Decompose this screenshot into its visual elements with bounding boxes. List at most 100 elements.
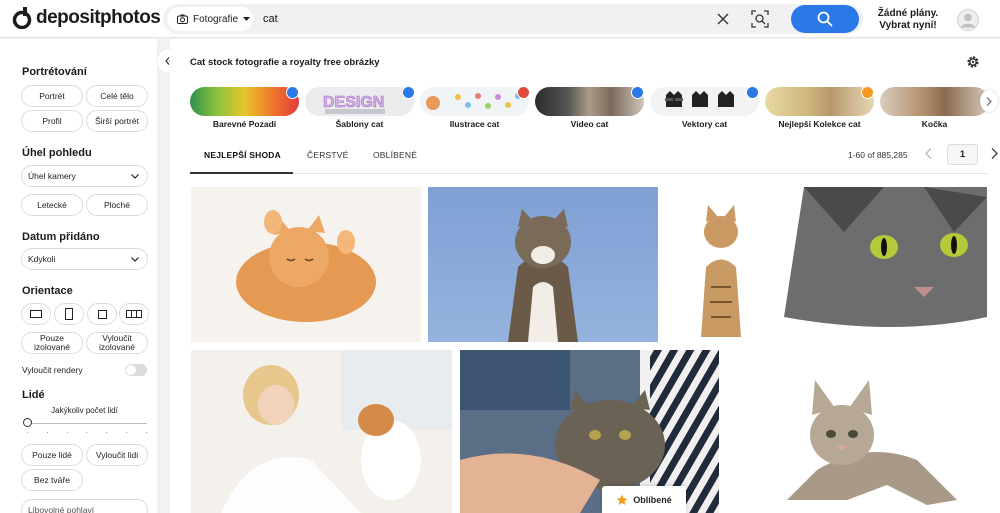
logo[interactable]: depositphotos bbox=[12, 7, 161, 29]
view-angle-title: Úhel pohledu bbox=[22, 147, 92, 159]
gender-select[interactable]: Libovolné pohlaví bbox=[21, 499, 148, 513]
search-button[interactable] bbox=[791, 5, 859, 33]
category-label: Nejlepší Kolekce cat bbox=[778, 119, 861, 129]
visual-search-icon[interactable] bbox=[751, 10, 769, 28]
orientation-panoramic[interactable] bbox=[119, 303, 149, 325]
filters-sidebar: Portrétování Portrét Celé tělo Profil Ši… bbox=[0, 39, 157, 513]
result-photo[interactable] bbox=[191, 187, 421, 342]
filter-isolated-only[interactable]: Pouze izolované bbox=[21, 332, 83, 354]
tab-popular[interactable]: OBLÍBENÉ bbox=[373, 150, 417, 160]
result-photo[interactable] bbox=[666, 187, 776, 342]
result-photo[interactable] bbox=[727, 350, 987, 513]
camera-angle-value: Úhel kamery bbox=[28, 171, 76, 181]
tab-fresh[interactable]: ČERSTVÉ bbox=[307, 150, 349, 160]
clear-search-icon[interactable] bbox=[715, 11, 731, 27]
category-thumb bbox=[650, 87, 759, 116]
result-photo[interactable] bbox=[191, 350, 452, 513]
category-label: Vektory cat bbox=[681, 119, 728, 129]
orientation-vertical[interactable] bbox=[54, 303, 84, 325]
template-badge-icon bbox=[402, 86, 415, 99]
chevron-left-icon[interactable] bbox=[925, 148, 932, 159]
results-count: 1-60 of 885,285 bbox=[848, 150, 908, 160]
orientation-horizontal[interactable] bbox=[21, 303, 51, 325]
page-number-input[interactable]: 1 bbox=[947, 144, 978, 165]
vector-cats-image bbox=[665, 91, 734, 107]
filter-wide-portrait[interactable]: Širší portrét bbox=[86, 110, 148, 132]
collection-badge-icon bbox=[861, 86, 874, 99]
date-value: Kdykoli bbox=[28, 254, 56, 264]
depositphotos-logo-icon bbox=[12, 7, 32, 29]
search-type-dropdown[interactable]: Fotografie bbox=[167, 7, 253, 31]
avatar[interactable] bbox=[957, 9, 979, 31]
active-tab-indicator bbox=[190, 172, 293, 174]
illustration-image bbox=[426, 93, 521, 110]
star-icon bbox=[616, 494, 628, 505]
date-title: Datum přidáno bbox=[22, 231, 100, 243]
plans-line1: Žádné plány. bbox=[877, 8, 939, 19]
square-icon bbox=[97, 309, 107, 319]
vertical-rect-icon bbox=[65, 308, 73, 320]
camera-angle-select[interactable]: Úhel kamery bbox=[21, 165, 148, 187]
filter-profile[interactable]: Profil bbox=[21, 110, 83, 132]
tab-best-match[interactable]: NEJLEPŠÍ SHODA bbox=[204, 150, 281, 160]
favorites-button[interactable]: Oblíbené bbox=[602, 486, 686, 513]
plans-line2: Vybrat nyní! bbox=[879, 20, 937, 31]
orientation-square[interactable] bbox=[87, 303, 117, 325]
design-template-image: DESIGN bbox=[323, 94, 385, 114]
header: depositphotos Fotografie cat Žádné plány… bbox=[0, 0, 1000, 38]
svg-text:DESIGN: DESIGN bbox=[323, 94, 384, 111]
chevron-right-icon[interactable] bbox=[991, 148, 998, 159]
result-photo[interactable] bbox=[428, 187, 658, 342]
filter-exclude-people[interactable]: Vyloučit lidi bbox=[86, 444, 148, 466]
caret-down-icon bbox=[243, 16, 251, 21]
category-thumb bbox=[190, 87, 299, 116]
category-strip-next[interactable] bbox=[980, 90, 998, 112]
filter-flat[interactable]: Ploché bbox=[86, 194, 148, 216]
vector-badge-icon bbox=[746, 86, 759, 99]
panorama-icon bbox=[126, 310, 142, 318]
page-title: Cat stock fotografie a royalty free obrá… bbox=[190, 57, 380, 68]
people-count-label: Jakýkoliv počet lidí bbox=[51, 406, 118, 415]
search-icon bbox=[817, 11, 833, 27]
portrait-title: Portrétování bbox=[22, 66, 87, 78]
category-thumb bbox=[880, 87, 989, 116]
exclude-renders-label: Vyloučit rendery bbox=[22, 365, 83, 375]
filter-faceless[interactable]: Bez tváře bbox=[21, 469, 83, 491]
camera-icon bbox=[177, 14, 188, 24]
slider-ticks bbox=[27, 432, 147, 433]
result-photo[interactable] bbox=[784, 187, 987, 342]
gear-icon[interactable] bbox=[966, 55, 980, 69]
search-type-label: Fotografie bbox=[193, 13, 239, 25]
sort-tabs: NEJLEPŠÍ SHODA ČERSTVÉ OBLÍBENÉ 1-60 of … bbox=[190, 143, 998, 174]
search-input[interactable] bbox=[263, 11, 683, 27]
filter-portrait[interactable]: Portrét bbox=[21, 85, 83, 107]
kitten-looking-up-image bbox=[508, 209, 578, 342]
category-label: Kočka bbox=[921, 119, 948, 129]
logo-text: depositphotos bbox=[36, 7, 161, 28]
results-panel: Cat stock fotografie a royalty free obrá… bbox=[170, 39, 1000, 513]
people-slider-track[interactable] bbox=[27, 423, 147, 424]
filter-aerial[interactable]: Letecké bbox=[21, 194, 83, 216]
favorites-label: Oblíbené bbox=[633, 494, 672, 505]
chevron-down-icon bbox=[131, 256, 139, 262]
video-badge-icon bbox=[631, 86, 644, 99]
kitten-lying-image bbox=[236, 210, 376, 322]
filter-full-body[interactable]: Celé tělo bbox=[86, 85, 148, 107]
grey-cat-closeup-image bbox=[784, 187, 987, 327]
plans-link[interactable]: Žádné plány. Vybrat nyní! bbox=[872, 8, 944, 32]
people-title: Lidé bbox=[22, 389, 45, 401]
illustration-badge-icon bbox=[517, 86, 530, 99]
filter-exclude-isolated[interactable]: Vyloučit izolované bbox=[86, 332, 148, 354]
kitten-crouching-image bbox=[787, 380, 957, 505]
people-slider-handle[interactable] bbox=[23, 418, 32, 427]
exclude-renders-toggle[interactable] bbox=[125, 364, 147, 376]
chevron-down-icon bbox=[131, 173, 139, 179]
category-label: Ilustrace cat bbox=[449, 119, 500, 129]
category-thumb bbox=[535, 87, 644, 116]
search-bar: Fotografie bbox=[163, 4, 863, 34]
filter-people-only[interactable]: Pouze lidé bbox=[21, 444, 83, 466]
chevron-right-icon bbox=[986, 96, 992, 106]
date-select[interactable]: Kdykoli bbox=[21, 248, 148, 270]
gender-value: Libovolné pohlaví bbox=[28, 505, 95, 513]
tabby-cat-sitting-image bbox=[701, 205, 741, 337]
